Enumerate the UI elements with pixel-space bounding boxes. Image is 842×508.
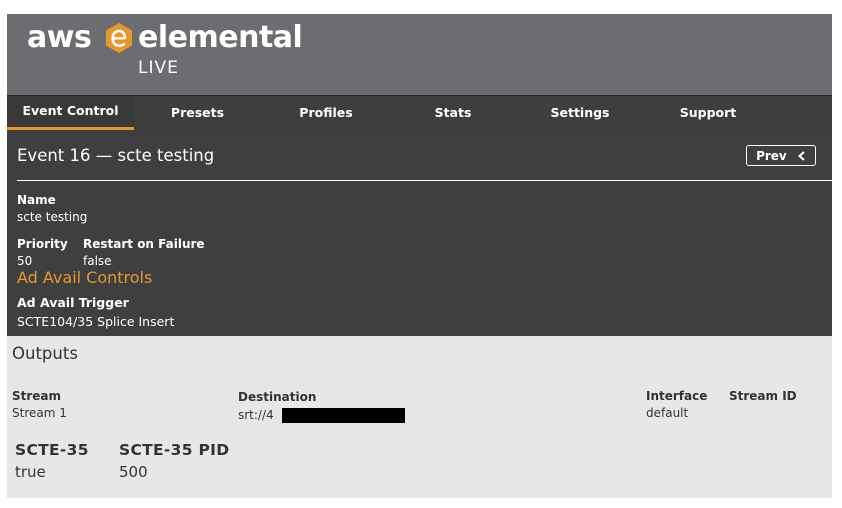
- event-panel: Event 16 — scte testing Prev Name scte t…: [7, 131, 832, 336]
- tab-settings[interactable]: Settings: [515, 96, 645, 130]
- tab-profiles[interactable]: Profiles: [261, 96, 391, 130]
- tab-stats[interactable]: Stats: [391, 96, 515, 130]
- name-label: Name: [17, 193, 56, 207]
- main-nav: Event Control Presets Profiles Stats Set…: [7, 95, 832, 132]
- logo-elemental-text: elemental: [138, 20, 303, 55]
- prev-button-label: Prev: [756, 149, 787, 163]
- header: aws elemental LIVE: [7, 14, 832, 95]
- ad-avail-trigger-label: Ad Avail Trigger: [17, 295, 129, 310]
- redaction-bar: [282, 408, 405, 423]
- name-value: scte testing: [17, 210, 88, 224]
- prev-button[interactable]: Prev: [746, 145, 816, 166]
- interface-header: Interface: [646, 389, 708, 403]
- priority-label: Priority: [17, 237, 68, 251]
- tab-support[interactable]: Support: [645, 96, 771, 130]
- stream-value: Stream 1: [12, 406, 67, 420]
- logo-live-text: LIVE: [138, 58, 179, 78]
- elemental-logo-icon: [106, 23, 132, 53]
- tab-presets[interactable]: Presets: [134, 96, 261, 130]
- ad-avail-section-title: Ad Avail Controls: [17, 268, 153, 287]
- destination-value: srt://4: [238, 408, 274, 422]
- logo-aws-text: aws: [27, 20, 92, 55]
- ad-avail-trigger-value: SCTE104/35 Splice Insert: [17, 314, 175, 329]
- outputs-title: Outputs: [12, 344, 78, 363]
- priority-value: 50: [17, 254, 33, 268]
- divider: [17, 180, 832, 181]
- interface-value: default: [646, 406, 689, 420]
- restart-on-failure-value: false: [83, 254, 112, 268]
- scte35-value: true: [15, 463, 46, 481]
- chevron-left-icon: [797, 151, 805, 161]
- scte35-pid-label: SCTE-35 PID: [119, 441, 230, 459]
- destination-header: Destination: [238, 390, 317, 404]
- tab-event-control[interactable]: Event Control: [7, 96, 134, 130]
- scte35-label: SCTE-35: [15, 441, 89, 459]
- scte35-pid-value: 500: [119, 463, 148, 481]
- stream-id-header: Stream ID: [729, 389, 797, 403]
- app-window: aws elemental LIVE Event Control Presets…: [7, 14, 832, 498]
- event-title: Event 16 — scte testing: [17, 146, 215, 165]
- restart-on-failure-label: Restart on Failure: [83, 237, 205, 251]
- stream-header: Stream: [12, 389, 62, 403]
